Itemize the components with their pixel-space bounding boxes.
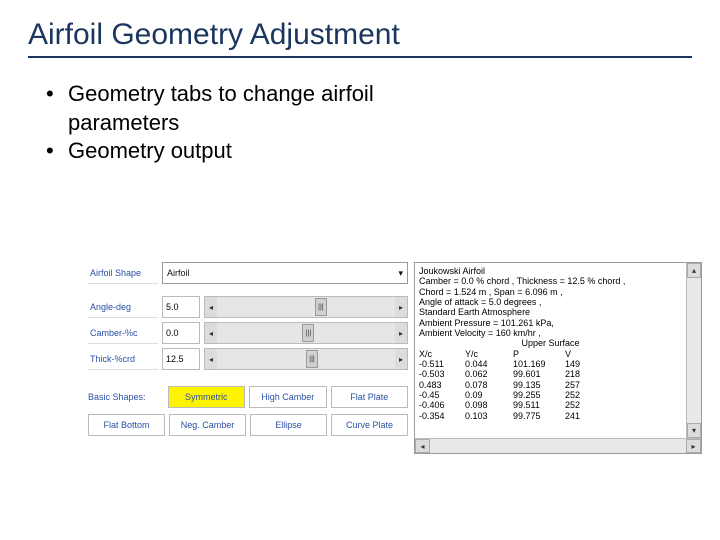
table-row: -0.45 0.09 99.255 252 xyxy=(419,390,682,400)
high-camber-button[interactable]: High Camber xyxy=(249,386,327,408)
arrow-right-icon[interactable]: ▸ xyxy=(395,297,407,317)
output-line: Ambient Pressure = 101.261 kPa, xyxy=(419,318,682,328)
neg-camber-button[interactable]: Neg. Camber xyxy=(169,414,246,436)
col-xc: X/c xyxy=(419,349,465,359)
page-title: Airfoil Geometry Adjustment xyxy=(28,18,692,52)
output-text: Joukowski Airfoil Camber = 0.0 % chord ,… xyxy=(415,263,686,438)
output-line: Standard Earth Atmosphere xyxy=(419,307,682,317)
camber-slider[interactable]: ◂ ||| ▸ xyxy=(204,322,408,344)
output-line: Ambient Velocity = 160 km/hr , xyxy=(419,328,682,338)
table-header: X/c Y/c P V xyxy=(419,349,682,359)
arrow-right-icon[interactable]: ▸ xyxy=(395,349,407,369)
arrow-left-icon[interactable]: ◂ xyxy=(415,439,430,453)
col-p: P xyxy=(513,349,565,359)
bullet-2: Geometry output xyxy=(46,137,692,166)
geometry-panel: Airfoil Shape Airfoil ▾ Angle-deg 5.0 ◂ … xyxy=(88,262,408,454)
thickness-slider[interactable]: ◂ ||| ▸ xyxy=(204,348,408,370)
arrow-right-icon[interactable]: ▸ xyxy=(686,439,701,453)
airfoil-shape-label: Airfoil Shape xyxy=(88,262,158,284)
angle-label: Angle-deg xyxy=(88,296,158,318)
flat-bottom-button[interactable]: Flat Bottom xyxy=(88,414,165,436)
angle-field[interactable]: 5.0 xyxy=(162,296,200,318)
col-v: V xyxy=(565,349,605,359)
thickness-label: Thick-%crd xyxy=(88,348,158,370)
bullet-1-line-1: Geometry tabs to change airfoil xyxy=(68,81,374,106)
angle-slider[interactable]: ◂ ||| ▸ xyxy=(204,296,408,318)
ellipse-button[interactable]: Ellipse xyxy=(250,414,327,436)
symmetric-button[interactable]: Symmetric xyxy=(168,386,246,408)
slider-thumb[interactable]: ||| xyxy=(306,350,318,368)
table-row: -0.406 0.098 99.511 252 xyxy=(419,400,682,410)
camber-field[interactable]: 0.0 xyxy=(162,322,200,344)
flat-plate-button[interactable]: Flat Plate xyxy=(331,386,409,408)
output-line: Angle of attack = 5.0 degrees , xyxy=(419,297,682,307)
slider-thumb[interactable]: ||| xyxy=(302,324,314,342)
table-row: -0.511 0.044 101.169 149 xyxy=(419,359,682,369)
arrow-up-icon[interactable]: ▴ xyxy=(687,263,701,278)
output-line: Chord = 1.524 m , Span = 6.096 m , xyxy=(419,287,682,297)
screenshot-region: Airfoil Shape Airfoil ▾ Angle-deg 5.0 ◂ … xyxy=(88,262,702,454)
bullet-1: Geometry tabs to change airfoil paramete… xyxy=(46,80,692,137)
basic-shapes-label: Basic Shapes: xyxy=(88,386,164,408)
chevron-down-icon: ▾ xyxy=(398,268,403,279)
curve-plate-button[interactable]: Curve Plate xyxy=(331,414,408,436)
output-line: Camber = 0.0 % chord , Thickness = 12.5 … xyxy=(419,276,682,286)
table-row: 0.483 0.078 99.135 257 xyxy=(419,380,682,390)
output-line: Joukowski Airfoil xyxy=(419,266,682,276)
airfoil-shape-select[interactable]: Airfoil ▾ xyxy=(162,262,408,284)
bullet-list: Geometry tabs to change airfoil paramete… xyxy=(46,80,692,166)
surface-heading: Upper Surface xyxy=(419,338,682,348)
arrow-down-icon[interactable]: ▾ xyxy=(687,423,701,438)
arrow-right-icon[interactable]: ▸ xyxy=(395,323,407,343)
table-row: -0.503 0.062 99.601 218 xyxy=(419,369,682,379)
arrow-left-icon[interactable]: ◂ xyxy=(205,297,217,317)
col-yc: Y/c xyxy=(465,349,513,359)
vertical-scrollbar[interactable]: ▴ ▾ xyxy=(686,263,701,438)
table-row: -0.354 0.103 99.775 241 xyxy=(419,411,682,421)
thickness-field[interactable]: 12.5 xyxy=(162,348,200,370)
bullet-1-line-2: parameters xyxy=(68,109,692,138)
arrow-left-icon[interactable]: ◂ xyxy=(205,323,217,343)
horizontal-scrollbar[interactable]: ◂ ▸ xyxy=(415,438,701,453)
output-panel: Joukowski Airfoil Camber = 0.0 % chord ,… xyxy=(414,262,702,454)
title-underline xyxy=(28,56,692,58)
slider-thumb[interactable]: ||| xyxy=(315,298,327,316)
camber-label: Camber-%c xyxy=(88,322,158,344)
airfoil-shape-value: Airfoil xyxy=(167,268,190,278)
arrow-left-icon[interactable]: ◂ xyxy=(205,349,217,369)
